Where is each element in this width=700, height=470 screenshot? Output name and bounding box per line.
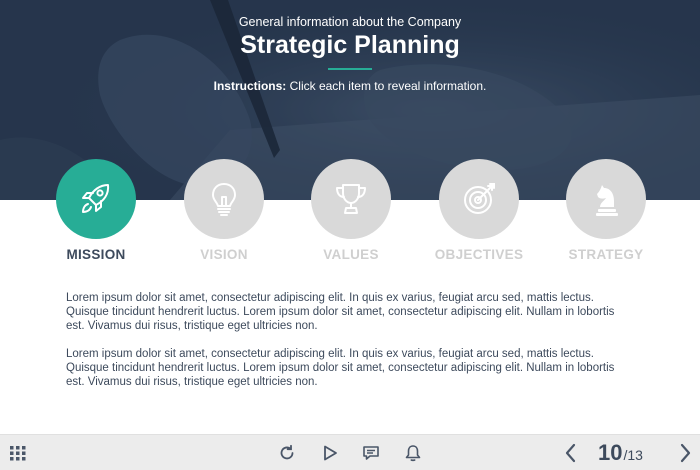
tab-values-circle[interactable]: [311, 159, 391, 239]
chat-icon: [363, 446, 379, 460]
page-subtitle: General information about the Company: [238, 15, 462, 29]
total-pages: 13: [627, 447, 643, 463]
current-page: 10: [598, 440, 623, 465]
tab-mission-circle[interactable]: [56, 159, 136, 239]
lightbulb-icon: [212, 183, 236, 216]
play-button[interactable]: [319, 435, 341, 470]
instructions-label: Instructions:: [213, 79, 287, 93]
tab-objectives[interactable]: OBJECTIVES: [424, 159, 534, 269]
tab-strategy-circle[interactable]: [566, 159, 646, 239]
tab-objectives-circle[interactable]: [439, 159, 519, 239]
instructions: Instructions: Click each item to reveal …: [0, 79, 700, 93]
content-paragraph: Lorem ipsum dolor sit amet, consectetur …: [66, 292, 615, 332]
tab-mission-label[interactable]: MISSION: [41, 247, 151, 262]
chevron-right-icon: [680, 443, 691, 463]
page-title: Strategic Planning: [240, 31, 460, 59]
content-paragraph: Lorem ipsum dolor sit amet, consectetur …: [66, 348, 615, 388]
grid-icon: [10, 446, 26, 461]
notifications-button[interactable]: [402, 435, 424, 470]
bell-icon: [405, 445, 421, 462]
replay-button[interactable]: [276, 435, 298, 470]
chevron-left-icon: [565, 443, 576, 463]
tab-values[interactable]: VALUES: [296, 159, 406, 269]
tab-values-label[interactable]: VALUES: [296, 247, 406, 262]
target-icon: [464, 183, 495, 214]
tab-strategy-label[interactable]: STRATEGY: [551, 247, 661, 262]
tab-vision[interactable]: VISION: [169, 159, 279, 269]
chess-knight-icon: [596, 185, 618, 216]
instructions-text: Click each item to reveal information.: [286, 79, 487, 93]
replay-icon: [280, 444, 294, 460]
title-underline: [328, 68, 372, 70]
menu-grid-button[interactable]: [6, 435, 30, 470]
rocket-icon: [82, 184, 110, 213]
tab-strategy[interactable]: STRATEGY: [551, 159, 661, 269]
play-icon: [324, 445, 337, 461]
tab-mission[interactable]: MISSION: [41, 159, 151, 269]
tab-content: Lorem ipsum dolor sit amet, consectetur …: [66, 291, 636, 403]
bottom-toolbar: 10 / 13: [0, 434, 700, 470]
tab-vision-label[interactable]: VISION: [169, 247, 279, 262]
tab-objectives-label[interactable]: OBJECTIVES: [424, 247, 534, 262]
next-button[interactable]: [674, 435, 696, 470]
page-counter: 10 / 13: [598, 440, 643, 466]
tab-vision-circle[interactable]: [184, 159, 264, 239]
transcript-button[interactable]: [360, 435, 382, 470]
trophy-icon: [336, 184, 366, 214]
previous-button[interactable]: [560, 435, 582, 470]
